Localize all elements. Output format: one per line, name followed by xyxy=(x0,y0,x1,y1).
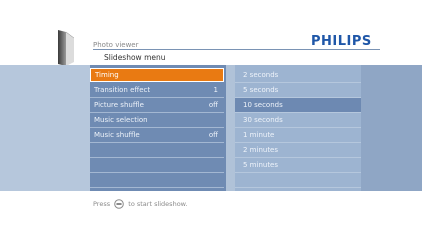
photo-frame-device-icon xyxy=(58,30,75,66)
menu-item-empty xyxy=(90,173,224,188)
menu-item-label: Music shuffle xyxy=(94,131,140,139)
option-label: 2 seconds xyxy=(243,71,279,79)
option-5-minutes[interactable]: 5 minutes xyxy=(235,158,361,173)
menu-item-transition-effect[interactable]: Transition effect 1 xyxy=(90,83,224,98)
hint-prefix: Press xyxy=(93,200,111,208)
menu-item-music-shuffle[interactable]: Music shuffle off xyxy=(90,128,224,143)
menu-item-value: off xyxy=(208,101,218,109)
option-label: 5 seconds xyxy=(243,86,279,94)
menu-item-value: 1 xyxy=(213,86,218,94)
menu-item-empty xyxy=(90,158,224,173)
screen: Photo viewer PHILIPS Slideshow menu Timi… xyxy=(0,0,422,241)
menu-item-label: Picture shuffle xyxy=(94,101,144,109)
menu-item-picture-shuffle[interactable]: Picture shuffle off xyxy=(90,98,224,113)
option-5-seconds[interactable]: 5 seconds xyxy=(235,83,361,98)
ok-button-icon xyxy=(114,199,124,209)
option-label: 1 minute xyxy=(243,131,275,139)
menu-item-timing[interactable]: Timing xyxy=(90,68,224,82)
option-empty xyxy=(235,173,361,188)
option-label: 2 minutes xyxy=(243,146,279,154)
header-divider xyxy=(93,49,380,50)
menu-title: Slideshow menu xyxy=(104,53,166,62)
right-band xyxy=(361,65,422,191)
menu-item-label: Timing xyxy=(95,71,119,79)
menu-item-value: off xyxy=(208,131,218,139)
app-title: Photo viewer xyxy=(93,41,139,49)
option-30-seconds[interactable]: 30 seconds xyxy=(235,113,361,128)
option-label: 30 seconds xyxy=(243,116,283,124)
option-1-minute[interactable]: 1 minute xyxy=(235,128,361,143)
option-10-seconds[interactable]: 10 seconds xyxy=(235,98,361,113)
footer-hint: Press to start slideshow. xyxy=(93,199,187,209)
option-2-minutes[interactable]: 2 minutes xyxy=(235,143,361,158)
menu-item-music-selection[interactable]: Music selection xyxy=(90,113,224,128)
option-label: 5 minutes xyxy=(243,161,279,169)
hint-suffix: to start slideshow. xyxy=(128,200,188,208)
menu-item-empty xyxy=(90,143,224,158)
left-band xyxy=(0,65,90,191)
option-label: 10 seconds xyxy=(243,101,283,109)
menu-item-label: Music selection xyxy=(94,116,148,124)
option-2-seconds[interactable]: 2 seconds xyxy=(235,68,361,83)
menu-item-label: Transition effect xyxy=(94,86,151,94)
brand-logo: PHILIPS xyxy=(311,34,372,49)
